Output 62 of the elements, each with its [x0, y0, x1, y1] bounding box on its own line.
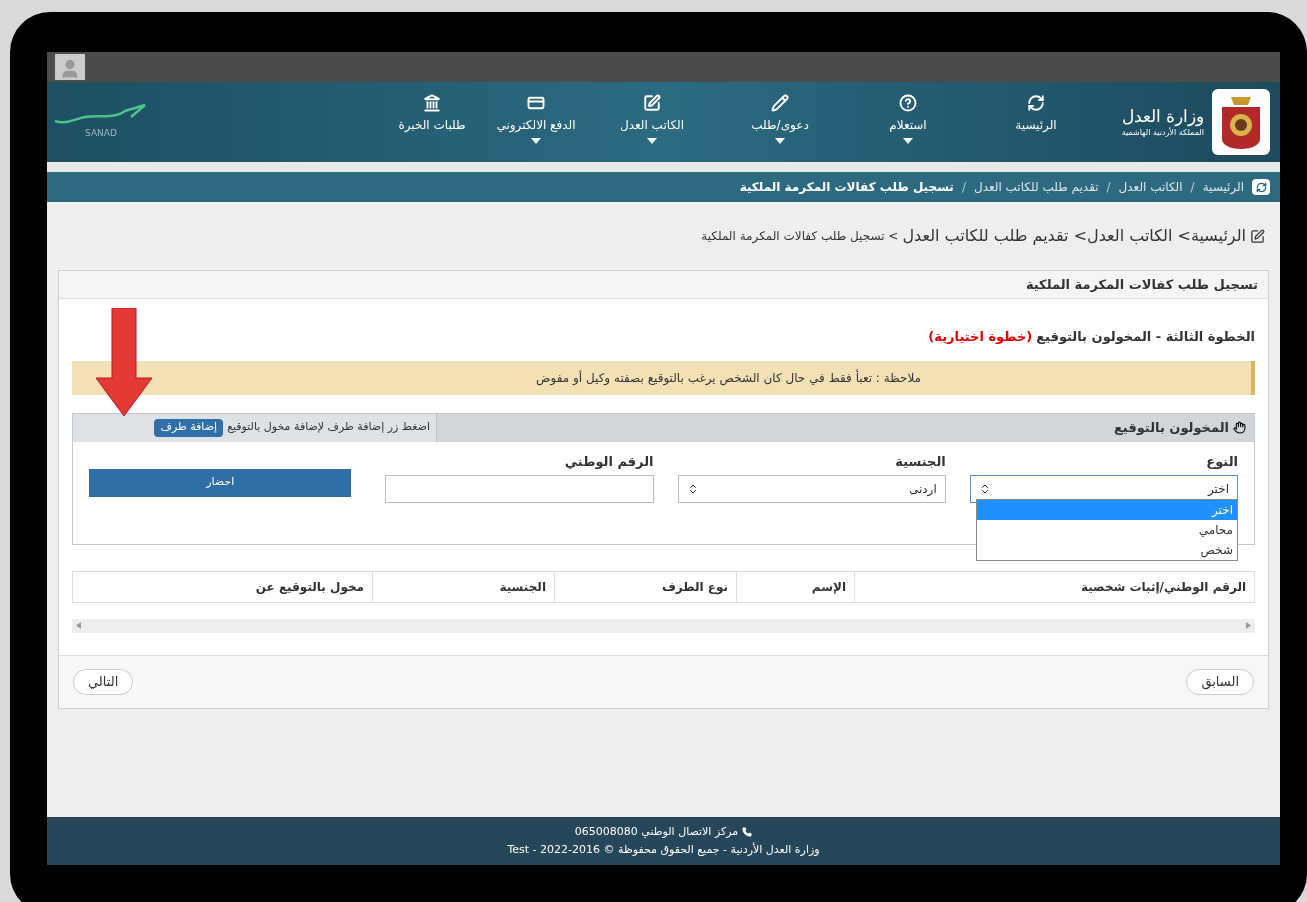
nav-item[interactable]: الكاتب العدل [588, 92, 716, 152]
nav-item[interactable]: الرئيسية [972, 92, 1100, 152]
table-header: نوع الطرف [554, 571, 736, 602]
scroll-right-icon[interactable] [1246, 622, 1251, 629]
breadcrumb-item[interactable]: الكاتب العدل [1118, 178, 1183, 196]
step-title: الخطوة الثالثة - المخولون بالتوقيع [1036, 328, 1255, 346]
previous-button[interactable]: السابق [1186, 668, 1254, 695]
note-banner: ملاحظة : تعبأ فقط في حال كان الشخص يرغب بالتوقيع بصفته وكيل أو مفوض [72, 360, 1255, 395]
contact-text: مركز الاتصال الوطني 065008080 [574, 823, 739, 840]
pencil-icon [771, 94, 789, 112]
scroll-left-icon[interactable] [76, 622, 81, 629]
dropdown-option[interactable]: محامي [977, 519, 1237, 540]
caret-icon [647, 138, 657, 144]
horizontal-scrollbar[interactable] [72, 618, 1255, 633]
section-title: المخولون بالتوقيع [1113, 418, 1229, 437]
edit-icon [1250, 228, 1265, 244]
table-header: الرقم الوطني/إثبات شخصية [854, 571, 1254, 602]
field-label: الرقم الوطني [563, 452, 654, 471]
nav-item[interactable]: الدفع الالكتروني [484, 92, 588, 152]
dropdown-option[interactable]: شخص [977, 539, 1237, 560]
refresh-icon[interactable] [1252, 179, 1270, 195]
logo-subtitle: المملكة الأردنية الهاشمية [1121, 127, 1204, 138]
fetch-button[interactable]: احضار [89, 468, 352, 497]
caret-icon [775, 138, 785, 144]
page-path-tail: > تسجيل طلب كفالات المكرمة الملكية [701, 228, 899, 245]
breadcrumb-separator: / [1190, 179, 1195, 196]
field-label: النوع [1205, 452, 1238, 471]
nav-item[interactable]: دعوى/طلب [716, 92, 844, 152]
emblem-icon [1212, 89, 1270, 155]
caret-icon [903, 138, 913, 144]
bank-icon [423, 94, 441, 112]
next-button[interactable]: التالي [73, 668, 134, 695]
breadcrumb-separator: / [961, 179, 966, 196]
add-party-button[interactable]: إضافة طرف [154, 418, 224, 437]
breadcrumb-separator: / [1106, 179, 1111, 196]
breadcrumb-item[interactable]: تقديم طلب للكاتب العدل [973, 178, 1099, 196]
question-icon [899, 94, 917, 112]
select-field[interactable]: اردنى [677, 475, 946, 503]
edit-icon [643, 94, 661, 112]
logo-title: وزارة العدل [1121, 106, 1204, 127]
avatar-icon[interactable] [55, 54, 85, 80]
input-field[interactable] [385, 475, 654, 503]
nav-item[interactable]: استعلام [844, 92, 972, 152]
panel-title: تسجيل طلب كفالات المكرمة الملكية [1025, 275, 1258, 294]
field-label: الجنسية [894, 452, 946, 471]
card-icon [527, 94, 545, 112]
breadcrumb-item[interactable]: الرئيسية [1202, 178, 1244, 196]
brand-name: SANAD [85, 127, 117, 141]
arrow-icon [96, 308, 152, 416]
table-header: مخول بالتوقيع عن [254, 578, 365, 597]
table-header: الجنسية [372, 571, 554, 602]
hint-text: اضغط زر إضافة طرف لإضافة مخول بالتوقيع [227, 419, 430, 436]
phone-icon [742, 826, 753, 837]
page-path: الرئيسية> الكاتب العدل> تقديم طلب للكاتب العدل [902, 225, 1246, 248]
refresh-icon [1027, 94, 1045, 112]
breadcrumb-item: تسجيل طلب كفالات المكرمة الملكية [739, 179, 954, 196]
hand-icon [1233, 421, 1246, 434]
optional-label: (خطوة اختيارية) [928, 328, 1033, 346]
copyright-text: وزارة العدل الأردنية - جميع الحقوق محفوظة © 2016-2022 - Test [507, 842, 820, 858]
nav-item[interactable]: طلبات الخبرة [380, 92, 484, 152]
table-header: الإسم [736, 571, 854, 602]
caret-icon [531, 138, 541, 144]
